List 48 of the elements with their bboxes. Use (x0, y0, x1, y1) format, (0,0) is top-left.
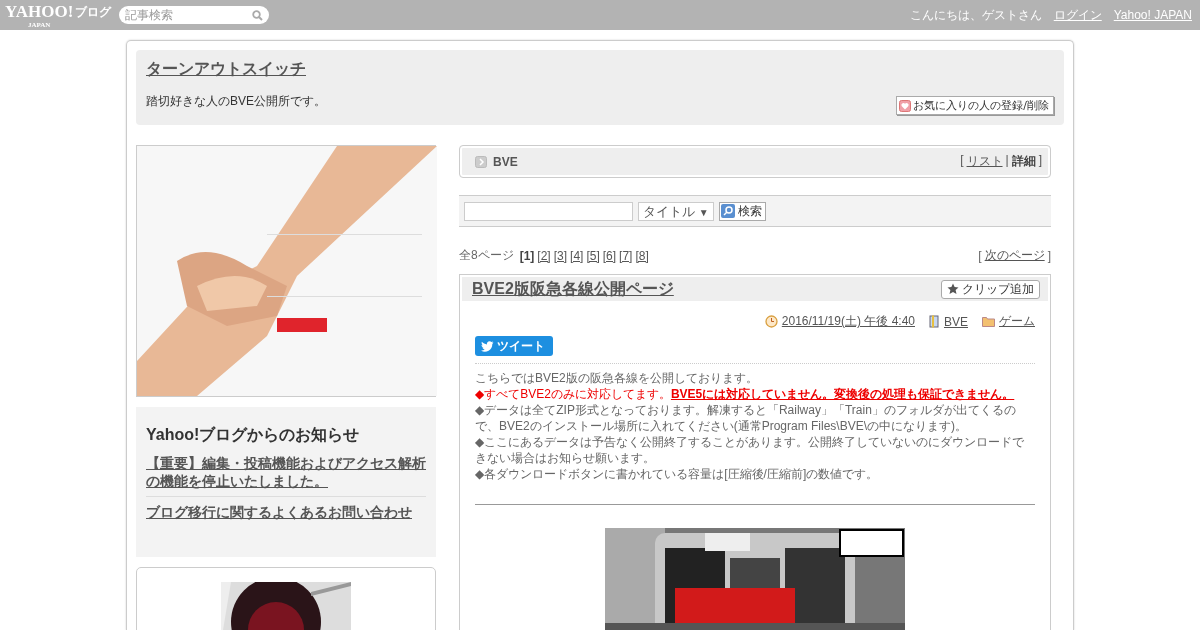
next-page-link[interactable]: 次のページ (984, 247, 1045, 264)
date-link[interactable]: 2016/11/19(土) 午後 4:40 (781, 313, 915, 330)
blog-description: 踏切好きな人のBVE公開所です。 (146, 93, 326, 110)
bird-icon (481, 340, 494, 352)
page-link[interactable]: [6] (602, 248, 617, 263)
notice-link[interactable]: 【重要】編集・投稿機能およびアクセス解析の機能を停止いたしました。 (146, 454, 426, 496)
page-link[interactable]: [8] (635, 248, 649, 263)
search-field[interactable]: 記事検索 (119, 6, 270, 24)
scope-dropdown[interactable]: タイトル ▼ (638, 201, 714, 221)
view-link[interactable]: リスト (966, 153, 1003, 170)
notice-link[interactable]: ブログ移行に関するよくあるお問い合わせ (146, 496, 426, 527)
category-link[interactable]: BVE (944, 314, 968, 329)
clock-icon (764, 315, 778, 328)
greeting-text: こんにちは、ゲストさん (909, 6, 1042, 24)
body-text: ◆データは全てZIP形式となっております。解凍すると「Railway」「Train」のフォルダが出てくるので、BVE2のインストール場所に入れてください(通常Program Files\BVE\の中になります)。 (475, 402, 1017, 434)
page-link[interactable]: [4] (570, 248, 584, 263)
dropdown-arrow: ▼ (698, 206, 709, 218)
body-text: ◆ここにあるデータは予告なく公開終了することがあります。公開終了していないのにダウンロードできない場合はお知らせ願います。 (475, 434, 1026, 466)
bracket-text: ] (1038, 153, 1042, 169)
heart-icon (899, 99, 912, 112)
search-button[interactable]: 検索 (718, 201, 766, 221)
blog-title[interactable]: ターンアウトスイッチ (146, 60, 306, 77)
search-icon[interactable] (252, 10, 264, 21)
page-link[interactable]: [3] (553, 248, 568, 263)
folder-link[interactable]: ゲーム (999, 313, 1035, 330)
folder-icon (982, 316, 995, 327)
clip-button[interactable]: クリップ追加 (941, 279, 1040, 299)
bracket-text: [ (960, 153, 964, 169)
body-text: ◆各ダウンロードボタンに書かれている容量は[圧縮後/圧縮前]の数値です。 (475, 466, 880, 482)
article-title[interactable]: BVE2版阪急各線公開ページ (472, 278, 674, 300)
page-count: 全8ページ (459, 247, 514, 264)
star-icon (947, 283, 959, 295)
book-icon (929, 315, 940, 328)
page-link[interactable]: [5] (586, 248, 600, 263)
favorite-button[interactable]: お気に入りの人の登録/削除 (896, 96, 1054, 115)
category-name: BVE (493, 154, 518, 169)
bracket-text: [ (978, 248, 982, 263)
view-link[interactable]: 詳細 (1011, 153, 1036, 170)
page-link[interactable]: [7] (619, 248, 633, 263)
bracket-text: ] (1047, 248, 1051, 263)
page-link[interactable]: [1] (519, 248, 535, 263)
separator-text: | (1005, 153, 1009, 169)
body-text: こちらではBVE2版の阪急各線を公開しております。 (475, 370, 759, 386)
warning-text: ◆すべてBVE2のみに対応してます。BVE5には対応していません。変換後の処理も保証できません。 (475, 386, 1016, 402)
notice-heading: Yahoo!ブログからのお知らせ (146, 425, 361, 445)
search-icon (720, 204, 735, 218)
page-link[interactable]: [2] (537, 248, 551, 263)
search-input[interactable] (464, 201, 633, 221)
